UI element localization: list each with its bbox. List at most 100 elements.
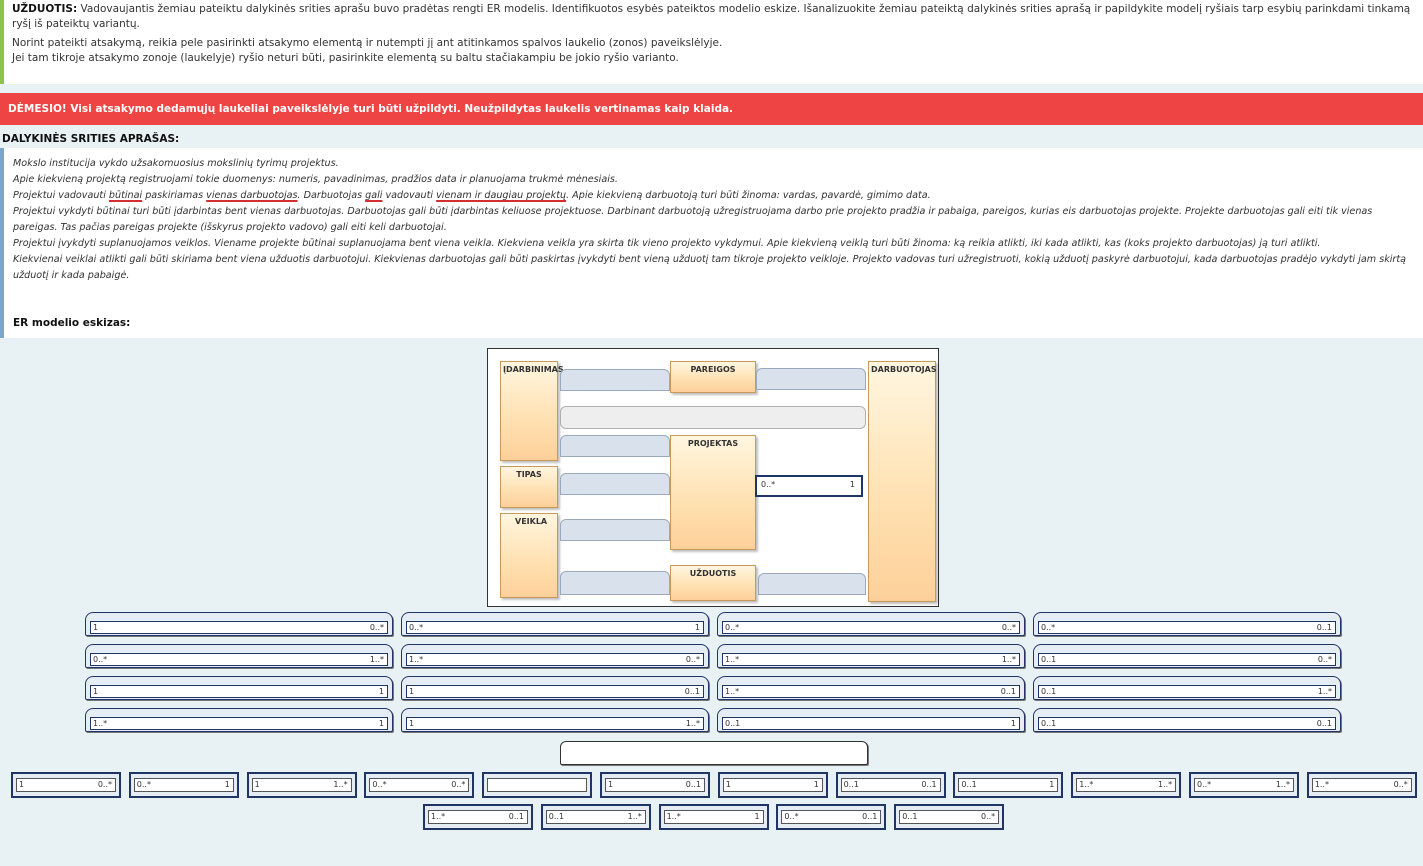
answer-option[interactable]: 1..* 0..1 [717, 676, 1025, 700]
answer-option[interactable]: 0..* 1 [128, 772, 239, 798]
right-cardinality: 0..* [1001, 623, 1016, 632]
right-cardinality: 1..* [685, 719, 700, 728]
warning-banner: DĖMESIO! Visi atsakymo dedamųjų laukelia… [0, 93, 1423, 125]
right-cardinality: 0..* [369, 623, 384, 632]
answer-option[interactable]: 1 1..* [246, 772, 357, 798]
task-intro: UŽDUOTIS: Vadovaujantis žemiau pateiktu … [12, 2, 1415, 31]
answer-option[interactable]: 0..1 1 [953, 772, 1064, 798]
drop-zone[interactable] [560, 519, 670, 541]
drop-zone[interactable] [560, 406, 866, 429]
answer-option[interactable]: 1..* 0..* [401, 644, 709, 668]
right-cardinality: 1..* [627, 812, 642, 821]
drop-zone[interactable] [756, 368, 866, 390]
answer-option[interactable]: 1..* 1 [85, 708, 393, 732]
right-cardinality: 1..* [1001, 655, 1016, 664]
answer-option[interactable]: 0..* 1..* [85, 644, 393, 668]
right-cardinality: 1..* [1317, 687, 1332, 696]
placed-answer[interactable]: 0..* 1 [755, 475, 863, 497]
answer-option[interactable]: 0..1 0..* [894, 804, 1005, 830]
option-field: 0..1 1..* [1038, 685, 1336, 698]
answer-option[interactable]: 1 0..1 [600, 772, 710, 798]
option-field: 1..* 0..* [1311, 778, 1412, 792]
option-field: 0..* 1 [406, 621, 704, 634]
left-cardinality: 0..1 [843, 780, 859, 789]
answer-option[interactable]: 0..1 0..1 [835, 772, 946, 798]
right-cardinality: 1..* [333, 780, 348, 789]
answer-option-blank[interactable] [560, 741, 868, 765]
answer-option[interactable]: 0..* 1 [401, 612, 709, 636]
left-cardinality: 1 [19, 780, 25, 789]
left-cardinality: 1 [93, 623, 99, 632]
right-cardinality: 0..* [451, 780, 466, 789]
answer-option[interactable]: 1 0..1 [401, 676, 709, 700]
option-field: 0..1 0..* [1038, 653, 1336, 666]
right-cardinality: 1..* [1275, 780, 1290, 789]
answer-option[interactable]: 11 [717, 772, 828, 798]
answer-option[interactable]: 0..1 0..* [1033, 644, 1341, 668]
left-cardinality: 1..* [725, 687, 740, 696]
left-cardinality: 0..* [1041, 623, 1056, 632]
option-field: 1..* 1..* [1076, 778, 1177, 792]
answer-option[interactable]: 0..* 0..1 [1033, 612, 1341, 636]
option-field: 0..* 1 [133, 778, 234, 792]
answer-option-blank[interactable] [482, 772, 593, 798]
answer-option[interactable]: 1 0..* [85, 612, 393, 636]
drop-zone[interactable] [560, 473, 670, 495]
option-field: 1 0..* [16, 778, 116, 792]
left-cardinality: 1..* [666, 812, 681, 821]
answer-option[interactable]: 1 1..* [401, 708, 709, 732]
answer-option[interactable]: 1..* 1..* [717, 644, 1025, 668]
answer-option[interactable]: 0..1 0..1 [1033, 708, 1341, 732]
option-field: 0..* 1..* [90, 653, 388, 666]
right-cardinality: 0..1 [684, 687, 700, 696]
drop-zone[interactable] [560, 571, 670, 595]
right-cardinality: 1 [1049, 780, 1055, 789]
option-field: 0..1 0..* [899, 810, 1000, 824]
answer-option[interactable]: 0..* 0..* [364, 772, 475, 798]
option-field: 1 0..* [90, 621, 388, 634]
option-field: 0..1 0..1 [1038, 717, 1336, 730]
answer-option[interactable]: 0..* 1..* [1189, 772, 1299, 798]
right-cardinality: 0..* [1393, 780, 1408, 789]
drop-zone[interactable] [758, 573, 866, 595]
left-cardinality: 0..* [372, 780, 387, 789]
answer-option[interactable]: 1..* 0..1 [423, 804, 533, 830]
option-field: 1..* 1..* [722, 653, 1020, 666]
section-title: DALYKINĖS SRITIES APRAŠAS: [2, 133, 180, 145]
desc-text: vadovauti [382, 190, 437, 201]
task-label: UŽDUOTIS: [12, 3, 78, 15]
option-field: 11 [722, 778, 823, 792]
answer-option[interactable]: 0..1 1..* [540, 804, 651, 830]
option-field: 0..1 1..* [545, 810, 646, 824]
drop-zone[interactable] [560, 435, 670, 457]
left-cardinality: 0..1 [961, 780, 977, 789]
option-field: 1 0..1 [406, 685, 704, 698]
drop-zone[interactable] [560, 369, 670, 391]
answer-option[interactable]: 1 0..* [11, 772, 121, 798]
left-cardinality: 0..* [761, 480, 776, 489]
right-cardinality: 0..1 [685, 780, 701, 789]
option-field: 0..* 0..1 [1038, 621, 1336, 634]
answer-option[interactable]: 1..* 1..* [1071, 772, 1182, 798]
answer-option[interactable]: 0..* 0..* [717, 612, 1025, 636]
desc-underlined: vienam ir daugiau projektų [436, 190, 567, 201]
right-cardinality: 1 [754, 812, 760, 821]
answer-option[interactable]: 1..* 1 [658, 804, 769, 830]
option-field [487, 778, 588, 792]
domain-description: Mokslo institucija vykdo užsakomuosius m… [0, 148, 1423, 338]
entity-uzduotis: UŽDUOTIS [670, 565, 756, 601]
desc-underlined: gali [365, 190, 383, 201]
er-diagram: ĮDARBINIMAS PAREIGOS DARBUOTOJAS PROJEKT… [487, 348, 939, 607]
desc-text: . Apie kiekvieną darbuotoją turi būti ži… [566, 190, 931, 201]
entity-tipas: TIPAS [500, 466, 558, 508]
left-cardinality: 1..* [93, 719, 108, 728]
answer-option[interactable]: 11 [85, 676, 393, 700]
answer-option[interactable]: 1..* 0..* [1306, 772, 1417, 798]
answer-option[interactable]: 0..1 1..* [1033, 676, 1341, 700]
left-cardinality: 1..* [1314, 780, 1329, 789]
answer-option[interactable]: 0..1 1 [717, 708, 1025, 732]
answer-option[interactable]: 0..* 0..1 [776, 804, 887, 830]
option-field: 0..* 1..* [1194, 778, 1294, 792]
desc-line: Projektui vadovauti būtinai paskiriamas … [13, 188, 1415, 204]
right-cardinality: 1 [694, 623, 700, 632]
